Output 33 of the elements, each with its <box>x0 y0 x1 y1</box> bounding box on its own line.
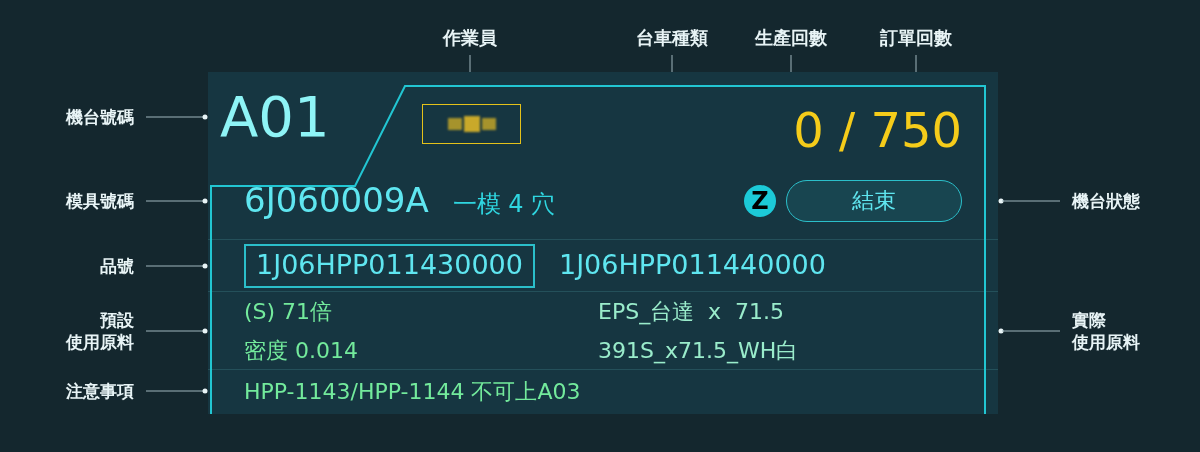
callout-label: 訂單回數 <box>880 26 952 50</box>
leader-line <box>998 198 1060 204</box>
machine-number: A01 <box>219 83 331 151</box>
callout-label: 實際 <box>1072 309 1107 331</box>
leader-line <box>146 328 208 334</box>
callout-label: 使用原料 <box>1072 331 1140 353</box>
status-badge: 結束 <box>786 179 962 222</box>
callout-label: 台車種類 <box>636 26 708 50</box>
cart-type-badge: Z <box>744 184 776 217</box>
preset-material-text: 密度 0.014 <box>244 336 359 365</box>
actual-material-text: 391S_x71.5_WH白 <box>598 336 800 366</box>
part-number[interactable]: 1J06HPP011440000 <box>546 243 838 288</box>
preset-material-text: (S) 71倍 <box>244 297 334 326</box>
callout-label: 生產回數 <box>755 26 827 50</box>
callout-label: 預設 <box>100 309 134 331</box>
leader-line <box>146 388 208 394</box>
part-number[interactable]: 1J06HPP011430000 <box>244 243 535 288</box>
mold-number: 6J060009A <box>243 179 429 222</box>
production-count: 0 / 750 <box>793 101 962 160</box>
actual-material-text: EPS_台達 x 71.5 <box>598 297 786 327</box>
leader-line <box>998 328 1060 334</box>
callout-label: 使用原料 <box>66 331 134 353</box>
leader-line <box>146 114 208 120</box>
callout-label: 作業員 <box>443 26 497 50</box>
callout-label: 品號 <box>100 255 134 277</box>
cavity-text: 一模 4 穴 <box>452 188 556 220</box>
leader-line <box>146 198 208 204</box>
leader-line <box>146 263 208 269</box>
callout-label: 注意事項 <box>66 380 134 402</box>
caution-note: HPP-1143/HPP-1144 不可上A03 <box>244 377 581 406</box>
callout-label: 機台號碼 <box>66 106 134 128</box>
callout-label: 模具號碼 <box>66 190 134 212</box>
callout-label: 機台狀態 <box>1072 190 1140 212</box>
